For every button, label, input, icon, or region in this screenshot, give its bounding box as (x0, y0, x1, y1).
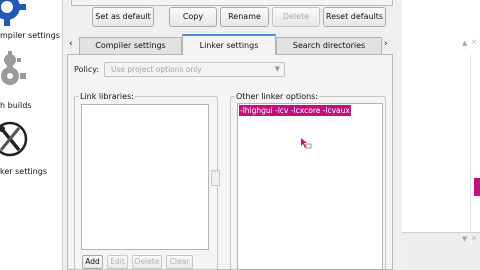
tab-compiler-settings[interactable]: Compiler settings (79, 37, 182, 54)
delete-library-button[interactable]: Delete (132, 255, 162, 269)
category-label: mpiler settings (0, 31, 60, 40)
category-label: ker settings (0, 167, 48, 176)
edit-library-button[interactable]: Edit (107, 255, 128, 269)
link-libraries-title: Link libraries: (79, 92, 135, 101)
category-list: mpiler settings h builds ker settings (0, 0, 62, 270)
policy-select[interactable]: Use project options only ▼ (104, 62, 285, 77)
delete-button[interactable]: Delete (272, 7, 320, 27)
scroll-down-icon[interactable]: ▼ (462, 235, 467, 243)
splitter-handle[interactable]: ··· (211, 170, 220, 186)
drag-cursor-icon (301, 138, 312, 149)
close-icon[interactable]: × (471, 234, 477, 242)
copy-button[interactable]: Copy (169, 7, 217, 27)
set-as-default-button[interactable]: Set as default (92, 7, 154, 27)
gear-icon (0, 0, 26, 26)
category-label: h builds (0, 101, 32, 110)
add-library-button[interactable]: Add (82, 255, 103, 269)
reset-defaults-button[interactable]: Reset defaults (323, 7, 386, 27)
other-linker-options-title: Other linker options: (235, 92, 320, 101)
link-libraries-list[interactable] (81, 104, 209, 250)
background-window: ▲ × ▼ × (402, 0, 480, 270)
clear-libraries-button[interactable]: Clear (166, 255, 193, 269)
tab-scroll-right-icon[interactable]: › (384, 39, 388, 49)
vertical-divider (470, 55, 471, 235)
category-linker-settings[interactable]: ker settings (0, 116, 62, 182)
category-batch-builds[interactable]: h builds (0, 48, 62, 110)
policy-label: Policy: (74, 65, 100, 74)
chevron-down-icon: ▼ (274, 65, 280, 73)
scroll-up-icon[interactable]: ▲ (462, 39, 467, 47)
tab-linker-settings[interactable]: Linker settings (182, 34, 276, 55)
other-linker-options-input[interactable]: -lhighgui -lcv -lcxcore -lcvaux (237, 103, 383, 270)
gear-icon (1, 51, 26, 85)
bottom-panel (402, 232, 480, 270)
category-compiler-settings[interactable]: mpiler settings (0, 0, 62, 44)
panel-top-edge (71, 0, 393, 6)
tab-search-directories[interactable]: Search directories (276, 37, 382, 54)
tab-scroll-left-icon[interactable]: ‹ (69, 39, 73, 49)
tools-icon (0, 121, 28, 157)
selected-linker-options-text: -lhighgui -lcv -lcxcore -lcvaux (239, 105, 351, 116)
rename-button[interactable]: Rename (220, 7, 269, 27)
highlight-marker (474, 178, 480, 196)
policy-value: Use project options only (111, 65, 202, 74)
close-icon[interactable]: × (471, 38, 477, 46)
